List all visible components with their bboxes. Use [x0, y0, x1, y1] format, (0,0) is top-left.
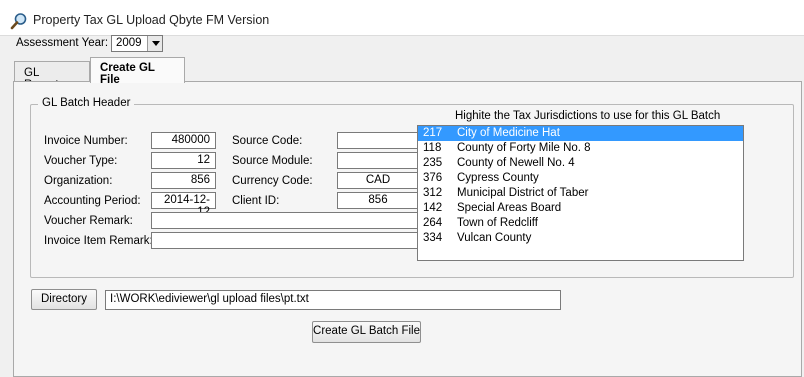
jurisdiction-list[interactable]: 217 City of Medicine Hat 118 County of F…	[417, 125, 744, 261]
list-item[interactable]: 312 Municipal District of Taber	[418, 186, 743, 201]
title-bar: Property Tax GL Upload Qbyte FM Version	[0, 0, 804, 36]
list-item[interactable]: 118 County of Forty Mile No. 8	[418, 141, 743, 156]
jurisdiction-name: Special Areas Board	[457, 202, 562, 214]
invoice-item-remark-field[interactable]	[151, 232, 419, 249]
list-item[interactable]: 217 City of Medicine Hat	[418, 126, 743, 141]
source-code-field[interactable]	[337, 132, 419, 149]
source-module-field[interactable]	[337, 152, 419, 169]
client-id-field[interactable]: 856	[337, 192, 419, 209]
jurisdiction-code: 376	[423, 172, 443, 184]
chevron-down-icon[interactable]	[147, 36, 162, 51]
invoice-number-label: Invoice Number:	[44, 135, 128, 147]
assessment-year-value: 2009	[116, 37, 142, 49]
jurisdiction-list-caption: Highite the Tax Jurisdictions to use for…	[455, 110, 721, 122]
directory-path-field[interactable]: I:\WORK\ediviewer\gl upload files\pt.txt	[105, 290, 561, 310]
accounting-period-field[interactable]: 2014-12-12	[151, 192, 216, 218]
organization-field[interactable]: 856	[151, 172, 216, 189]
voucher-type-field[interactable]: 12	[151, 152, 216, 169]
group-title: GL Batch Header	[38, 97, 135, 109]
assessment-year-select[interactable]: 2009	[111, 35, 163, 52]
invoice-item-remark-label: Invoice Item Remark:	[44, 235, 153, 247]
voucher-remark-field[interactable]	[151, 212, 419, 229]
jurisdiction-name: Vulcan County	[457, 232, 532, 244]
jurisdiction-code: 264	[423, 217, 443, 229]
create-gl-batch-file-button[interactable]: Create GL Batch File	[312, 321, 421, 343]
list-item[interactable]: 264 Town of Redcliff	[418, 216, 743, 231]
organization-label: Organization:	[44, 175, 113, 187]
jurisdiction-name: County of Forty Mile No. 8	[457, 142, 591, 154]
list-item[interactable]: 334 Vulcan County	[418, 231, 743, 246]
magnifier-icon	[10, 13, 27, 30]
jurisdiction-code: 334	[423, 232, 443, 244]
client-id-label: Client ID:	[232, 195, 280, 207]
directory-button[interactable]: Directory	[31, 289, 97, 310]
jurisdiction-name: Municipal District of Taber	[457, 187, 589, 199]
voucher-type-label: Voucher Type:	[44, 155, 118, 167]
jurisdiction-code: 118	[423, 142, 442, 154]
tab-gl-reports[interactable]: GL Reports	[14, 61, 90, 91]
currency-code-field[interactable]: CAD	[337, 172, 419, 189]
jurisdiction-name: Cypress County	[457, 172, 539, 184]
jurisdiction-code: 312	[423, 187, 443, 199]
currency-code-label: Currency Code:	[232, 175, 313, 187]
jurisdiction-name: City of Medicine Hat	[457, 127, 560, 139]
list-item[interactable]: 142 Special Areas Board	[418, 201, 743, 216]
jurisdiction-code: 235	[423, 157, 443, 169]
source-code-label: Source Code:	[232, 135, 303, 147]
jurisdiction-name: Town of Redcliff	[457, 217, 538, 229]
accounting-period-label: Accounting Period:	[44, 195, 141, 207]
tab-create-gl-file[interactable]: Create GL File	[90, 57, 185, 86]
jurisdiction-code: 142	[423, 202, 443, 214]
jurisdiction-code: 217	[423, 127, 443, 139]
jurisdiction-name: County of Newell No. 4	[457, 157, 575, 169]
invoice-number-field[interactable]: 480000	[151, 132, 216, 149]
source-module-label: Source Module:	[232, 155, 313, 167]
assessment-year-label: Assessment Year:	[16, 37, 109, 49]
voucher-remark-label: Voucher Remark:	[44, 215, 133, 227]
window-title: Property Tax GL Upload Qbyte FM Version	[33, 13, 270, 27]
list-item[interactable]: 376 Cypress County	[418, 171, 743, 186]
list-item[interactable]: 235 County of Newell No. 4	[418, 156, 743, 171]
